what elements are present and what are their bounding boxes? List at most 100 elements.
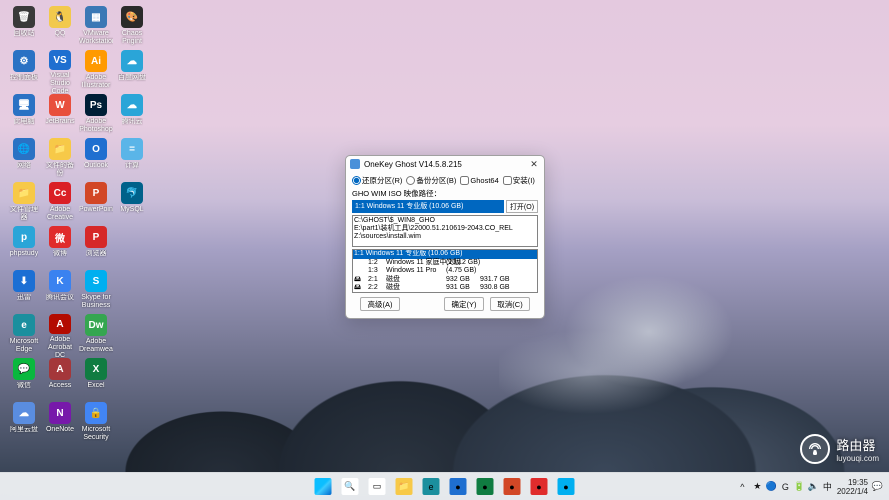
taskbar-taskview-icon[interactable]: ▭ <box>365 475 389 499</box>
notification-icon[interactable]: 💬 <box>872 481 883 492</box>
desktop-icon-21[interactable]: AiAdobe Illustrator <box>78 50 114 94</box>
desktop-icon-12[interactable]: WJetBrains <box>42 94 78 138</box>
option-0[interactable]: 还原分区(R) <box>352 175 402 186</box>
app-icon: O <box>85 138 107 160</box>
desktop-icon-29[interactable]: 🔒Microsoft Security <box>78 402 114 446</box>
icon-label: Outlook <box>84 162 108 170</box>
desktop-icon-16[interactable]: K 腾讯会议 <box>42 270 78 314</box>
desktop-icon-25[interactable]: P浏览器 <box>78 226 114 270</box>
desktop-icon-10[interactable]: 🐧 QQ <box>42 6 78 50</box>
tray-icon-4[interactable]: 🔈 <box>808 481 819 492</box>
tray-chevron-icon[interactable]: ^ <box>737 481 748 492</box>
file-item[interactable]: C:\GHOST\$_WIN8_GHO <box>354 217 536 225</box>
desktop-icon-1[interactable]: ⚙控制面板 <box>6 50 42 94</box>
file-item[interactable]: Z:\sources\install.wim <box>354 233 536 241</box>
partition-row[interactable]: 🖴2:2磁盘931 GB930.8 GB <box>353 284 537 293</box>
icon-label: phpstudy <box>10 250 38 258</box>
option-input[interactable] <box>406 176 415 185</box>
icon-label: QQ <box>55 30 66 38</box>
option-2[interactable]: Ghost64 <box>460 176 498 185</box>
option-1[interactable]: 备份分区(B) <box>406 175 456 186</box>
option-input[interactable] <box>503 176 512 185</box>
dialog-titlebar[interactable]: OneKey Ghost V14.5.8.215 ✕ <box>346 156 544 172</box>
desktop-icon-18[interactable]: AAccess <box>42 358 78 402</box>
app-icon: 📁 <box>13 182 35 204</box>
taskbar-app-d-icon[interactable]: ● <box>527 475 551 499</box>
icon-label: 腾讯云 <box>122 118 143 126</box>
taskbar-app-b-icon[interactable]: ● <box>473 475 497 499</box>
desktop-icon-8[interactable]: 💬微信 <box>6 358 42 402</box>
taskbar-start-icon[interactable] <box>311 475 335 499</box>
cancel-button[interactable]: 取消(C) <box>490 297 530 311</box>
app-icon: ⚙ <box>13 50 35 72</box>
tray-icon-1[interactable]: 🔵 <box>766 481 777 492</box>
partition-highlight[interactable]: 1:1 Windows 11 专业版 (10.06 GB) <box>353 250 537 259</box>
watermark-brand: 路由器 <box>836 438 875 453</box>
taskbar-app-c-icon[interactable]: ● <box>500 475 524 499</box>
advanced-button[interactable]: 高级(A) <box>360 297 400 311</box>
close-icon[interactable]: ✕ <box>528 158 540 170</box>
desktop-icon-3[interactable]: 🌐网络 <box>6 138 42 182</box>
file-item[interactable]: E:\part1\装机工具\22000.51.210619-2043.CO_RE… <box>354 225 536 233</box>
desktop-icon-19[interactable]: NOneNote <box>42 402 78 446</box>
desktop-icon-9[interactable]: ☁阿里云盘 <box>6 402 42 446</box>
desktop-icon-27[interactable]: DwAdobe Dreamweaver <box>78 314 114 358</box>
desktop-icon-24[interactable]: PPowerPoint <box>78 182 114 226</box>
icon-label: 腾讯会议 <box>46 294 74 302</box>
taskbar-app-a-icon[interactable]: ● <box>446 475 470 499</box>
desktop-icon-20[interactable]: ▦VMware Workstation <box>78 6 114 50</box>
desktop-icon-4[interactable]: 📁文件管理器 <box>6 182 42 226</box>
desktop-icon-28[interactable]: XExcel <box>78 358 114 402</box>
tray-icon-3[interactable]: 🔋 <box>794 481 805 492</box>
desktop-icon-32[interactable]: ☁腾讯云 <box>114 94 150 138</box>
desktop-icon-15[interactable]: 微微博 <box>42 226 78 270</box>
image-combo[interactable]: 1:1 Windows 11 专业版 (10.06 GB) <box>352 200 504 213</box>
partition-row[interactable]: 🖴2:1磁盘932 GB931.7 GB <box>353 276 537 285</box>
desktop-icon-0[interactable]: 🗑回收站 <box>6 6 42 50</box>
icon-label: Access <box>49 382 72 390</box>
desktop-icon-17[interactable]: AAdobe Acrobat DC <box>42 314 78 358</box>
app-icon: Cc <box>49 182 71 204</box>
option-label: 安装(I) <box>513 175 535 186</box>
icon-label: 微信 <box>17 382 31 390</box>
app-icon: 微 <box>49 226 71 248</box>
partition-row[interactable]: 1:3Windows 11 Pro(4.75 GB) <box>353 267 537 276</box>
image-path-label: GHO WIM ISO 映像路径： <box>352 188 538 199</box>
option-3[interactable]: 安装(I) <box>503 175 535 186</box>
desktop-icon-34[interactable]: 🐬MySQL <box>114 182 150 226</box>
taskbar-explorer-icon[interactable]: 📁 <box>392 475 416 499</box>
option-input[interactable] <box>460 176 469 185</box>
app-icon: 🐧 <box>49 6 71 28</box>
desktop-icon-22[interactable]: PsAdobe Photoshop <box>78 94 114 138</box>
open-button[interactable]: 打开(O) <box>506 200 538 213</box>
partition-list[interactable]: 1:1 Windows 11 专业版 (10.06 GB)1:2Windows … <box>352 249 538 293</box>
clock-time: 19:35 <box>837 478 868 487</box>
desktop-icon-13[interactable]: 📁文件的备份 <box>42 138 78 182</box>
ok-button[interactable]: 确定(Y) <box>444 297 484 311</box>
icon-label: 百度网盘 <box>118 74 146 82</box>
desktop-icon-31[interactable]: ☁百度网盘 <box>114 50 150 94</box>
desktop-icon-14[interactable]: CcAdobe Creative <box>42 182 78 226</box>
desktop-icon-23[interactable]: O Outlook <box>78 138 114 182</box>
taskbar-app-e-icon[interactable]: ● <box>554 475 578 499</box>
desktop-icon-26[interactable]: SSkype for Business <box>78 270 114 314</box>
desktop-icon-11[interactable]: VSVisual Studio Code <box>42 50 78 94</box>
taskbar-clock[interactable]: 19:35 2022/1/4 <box>837 478 868 496</box>
desktop-icon-2[interactable]: 🖥此电脑 <box>6 94 42 138</box>
app-icon: K <box>49 270 71 292</box>
desktop-icon-5[interactable]: pphpstudy <box>6 226 42 270</box>
option-input[interactable] <box>352 176 361 185</box>
desktop-icon-6[interactable]: ⬇迅雷 <box>6 270 42 314</box>
desktop-icon-33[interactable]: =计算 <box>114 138 150 182</box>
tray-icon-2[interactable]: G <box>780 481 791 492</box>
image-file-list[interactable]: C:\GHOST\$_WIN8_GHOE:\part1\装机工具\22000.5… <box>352 215 538 247</box>
desktop-icon-30[interactable]: 🎨Chaos Pngint <box>114 6 150 50</box>
icon-label: Adobe Illustrator <box>79 74 113 90</box>
partition-row[interactable]: 1:2Windows 11 家庭中文版(10.12 GB) <box>353 259 537 268</box>
tray-icon-5[interactable]: 中 <box>822 481 833 492</box>
tray-icon-0[interactable]: ★ <box>752 481 763 492</box>
desktop-icon-7[interactable]: eMicrosoft Edge <box>6 314 42 358</box>
taskbar-edge-icon[interactable]: e <box>419 475 443 499</box>
watermark-url: luyouqi.com <box>836 454 879 463</box>
taskbar-search-icon[interactable]: 🔍 <box>338 475 362 499</box>
